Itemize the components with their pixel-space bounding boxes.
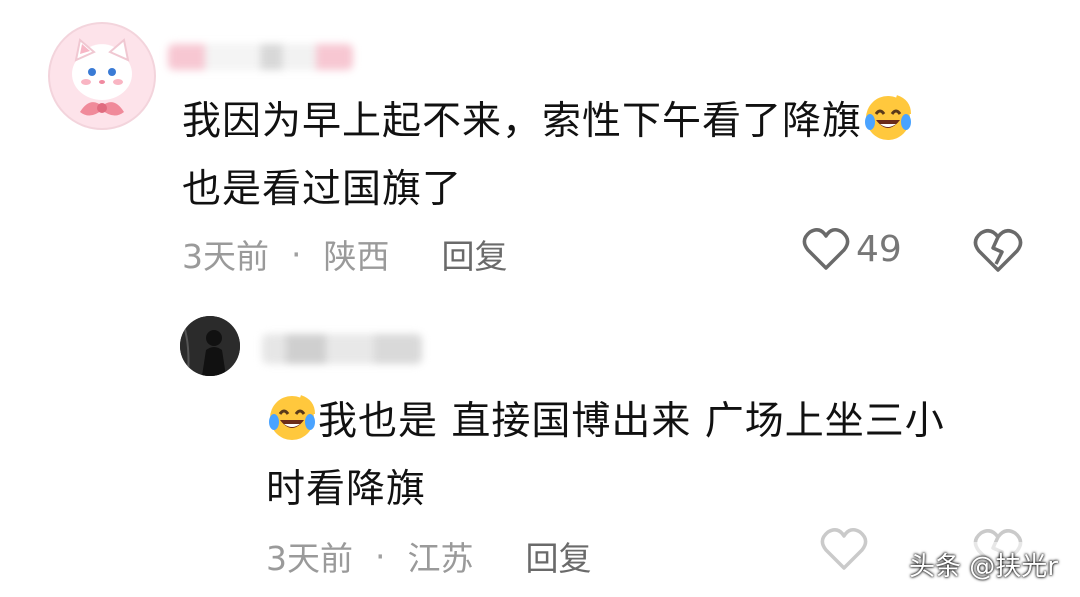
reply-meta: 3天前 · 江苏 回复 (266, 532, 592, 580)
laughing-crying-emoji-icon (865, 95, 912, 140)
reply-text-line1: 我也是 直接国博出来 广场上坐三小 (318, 399, 945, 444)
comment-text-line1: 我因为早上起不来，索性下午看了降旗 (182, 99, 863, 144)
laughing-crying-emoji-icon (269, 395, 315, 440)
reply-text: 我也是 直接国博出来 广场上坐三小 时看降旗 (266, 388, 1036, 524)
silhouette-avatar-icon (180, 316, 240, 376)
heart-outline-icon (802, 228, 850, 270)
like-button[interactable] (820, 526, 868, 576)
watermark: 头条 @扶光r (901, 542, 1066, 587)
location: 陕西 (323, 237, 390, 276)
avatar[interactable] (48, 22, 156, 130)
separator-dot: · (291, 234, 302, 274)
avatar[interactable] (180, 316, 240, 376)
username-blurred[interactable] (168, 44, 353, 70)
reply-button[interactable]: 回复 (442, 230, 508, 278)
username-blurred[interactable] (262, 334, 422, 364)
comment-text-line2: 也是看过国旗了 (182, 167, 463, 212)
separator-dot: · (375, 536, 386, 576)
location: 江苏 (407, 539, 474, 578)
cat-avatar-icon (72, 38, 132, 116)
comment-text: 我因为早上起不来，索性下午看了降旗 也是看过国旗了 (182, 88, 1012, 224)
comment-meta: 3天前 · 陕西 回复 (182, 230, 508, 278)
timestamp: 3天前 (182, 237, 269, 276)
timestamp: 3天前 (266, 539, 353, 578)
like-count: 49 (856, 228, 902, 270)
dislike-button[interactable] (972, 226, 1024, 278)
reply-text-line2: 时看降旗 (266, 467, 427, 512)
reply-button[interactable]: 回复 (526, 532, 592, 580)
heart-outline-icon (820, 528, 868, 570)
broken-heart-icon (973, 229, 1023, 272)
like-button[interactable]: 49 (802, 226, 902, 272)
